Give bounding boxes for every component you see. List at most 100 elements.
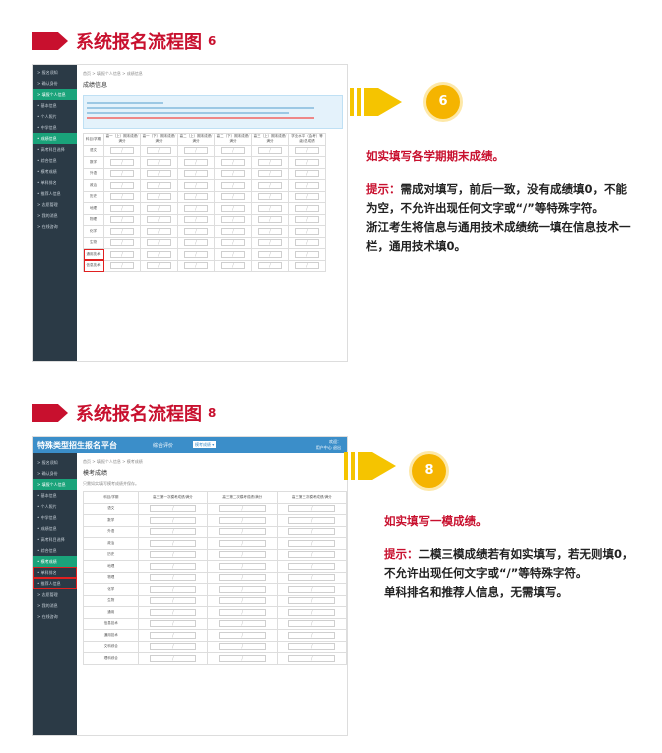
score-input[interactable]: / [110,239,134,247]
score-input[interactable]: / [258,216,282,224]
score-input[interactable]: / [221,158,245,166]
score-input[interactable]: / [221,250,245,258]
score-input[interactable]: / [184,262,208,270]
score-input[interactable]: / [184,170,208,178]
score-input[interactable]: / [295,227,319,235]
score-input[interactable]: / [221,262,245,270]
sidebar-item[interactable]: > 确认身份 [33,468,77,479]
sidebar-item[interactable]: • 综合信息 [33,155,77,166]
score-input[interactable]: / [110,158,134,166]
score-input[interactable]: / [219,654,266,662]
sidebar-item[interactable]: > 报名须知 [33,457,77,468]
score-input[interactable]: / [149,597,197,605]
sidebar-item[interactable]: • 中学信息 [33,512,77,523]
score-input[interactable]: / [295,147,319,155]
sidebar-item[interactable]: • 推荐人信息 [33,578,77,589]
score-input[interactable]: / [258,158,282,166]
score-input[interactable]: / [110,193,134,201]
score-input[interactable]: / [258,262,282,270]
score-input[interactable]: / [110,204,134,212]
score-input[interactable]: / [149,562,197,570]
score-input[interactable]: / [258,204,282,212]
score-input[interactable]: / [147,216,171,224]
score-input[interactable]: / [221,227,245,235]
score-input[interactable]: / [295,158,319,166]
score-input[interactable]: / [149,585,197,593]
score-input[interactable]: / [149,516,197,524]
score-input[interactable]: / [221,147,245,155]
score-input[interactable]: / [288,643,336,651]
score-input[interactable]: / [295,181,319,189]
score-input[interactable]: / [110,250,134,258]
score-input[interactable]: / [184,181,208,189]
score-input[interactable]: / [288,505,336,513]
score-input[interactable]: / [184,147,208,155]
sidebar-item[interactable]: > 志愿管理 [33,199,77,210]
sidebar-item[interactable]: > 在线咨询 [33,611,77,622]
score-input[interactable]: / [221,170,245,178]
score-input[interactable]: / [258,239,282,247]
score-input[interactable]: / [221,181,245,189]
sidebar-item[interactable]: > 确认身份 [33,78,77,89]
sidebar-item[interactable]: > 填报个人信息 [33,89,77,100]
score-input[interactable]: / [184,239,208,247]
score-input[interactable]: / [184,250,208,258]
score-input[interactable]: / [219,643,266,651]
module-switch[interactable]: 模考成绩 ▾ [193,441,217,448]
sidebar-item[interactable]: • 综合信息 [33,545,77,556]
score-input[interactable]: / [221,239,245,247]
sidebar-item[interactable]: • 推荐人信息 [33,188,77,199]
score-input[interactable]: / [184,227,208,235]
score-input[interactable]: / [258,147,282,155]
score-input[interactable]: / [295,216,319,224]
score-input[interactable]: / [149,528,197,536]
sidebar-item[interactable]: • 基本信息 [33,100,77,111]
score-input[interactable]: / [184,158,208,166]
sidebar-item[interactable]: > 在线咨询 [33,221,77,232]
score-input[interactable]: / [149,608,197,616]
score-input[interactable]: / [149,654,197,662]
sidebar-item[interactable]: • 个人照片 [33,111,77,122]
score-input[interactable]: / [221,193,245,201]
sidebar-item[interactable]: • 个人照片 [33,501,77,512]
score-input[interactable]: / [219,551,266,559]
score-input[interactable]: / [219,585,266,593]
score-input[interactable]: / [110,181,134,189]
sidebar-item[interactable]: • 中学信息 [33,122,77,133]
score-input[interactable]: / [288,620,336,628]
score-input[interactable]: / [219,608,266,616]
score-input[interactable]: / [288,654,336,662]
score-input[interactable]: / [258,250,282,258]
score-input[interactable]: / [149,620,197,628]
score-input[interactable]: / [147,193,171,201]
score-input[interactable]: / [147,227,171,235]
score-input[interactable]: / [219,574,266,582]
score-input[interactable]: / [110,227,134,235]
score-input[interactable]: / [149,551,197,559]
score-input[interactable]: / [258,227,282,235]
score-input[interactable]: / [219,539,266,547]
sidebar-item[interactable]: > 报名须知 [33,67,77,78]
score-input[interactable]: / [288,528,336,536]
score-input[interactable]: / [295,170,319,178]
score-input[interactable]: / [219,562,266,570]
score-input[interactable]: / [258,193,282,201]
score-input[interactable]: / [221,204,245,212]
score-input[interactable]: / [149,539,197,547]
sidebar-item[interactable]: • 单科排名 [33,567,77,578]
score-input[interactable]: / [219,631,266,639]
sidebar-item[interactable]: • 模考成绩 [33,166,77,177]
score-input[interactable]: / [147,147,171,155]
score-input[interactable]: / [221,216,245,224]
sidebar-item[interactable]: • 单科排名 [33,177,77,188]
sidebar-item[interactable]: > 我的消息 [33,210,77,221]
score-input[interactable]: / [219,620,266,628]
score-input[interactable]: / [149,631,197,639]
score-input[interactable]: / [288,539,336,547]
score-input[interactable]: / [295,250,319,258]
score-input[interactable]: / [110,216,134,224]
score-input[interactable]: / [219,597,266,605]
sidebar-item[interactable]: • 高考科目选择 [33,534,77,545]
score-input[interactable]: / [288,608,336,616]
score-input[interactable]: / [149,643,197,651]
